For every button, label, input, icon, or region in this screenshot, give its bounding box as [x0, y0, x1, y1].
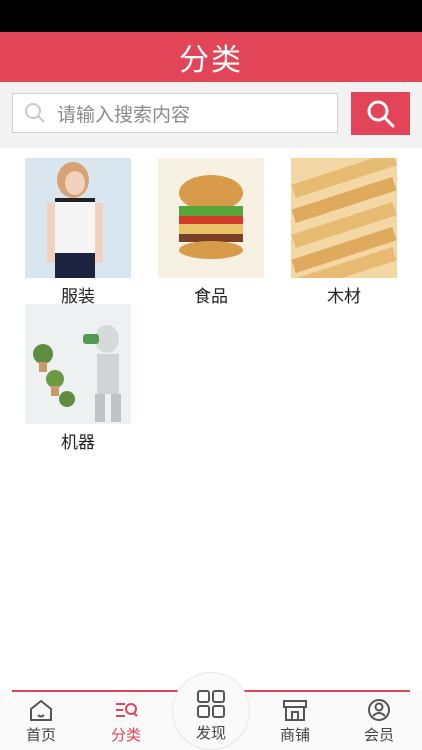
tab-label: 发现 [195, 724, 226, 742]
tab-member[interactable]: 会员 [344, 698, 414, 745]
bottom-tab-bar: 首页 分类 发现 商铺 会员 [0, 672, 422, 750]
search-area: 请输入搜索内容 [0, 82, 422, 148]
category-label: 食品 [194, 287, 228, 307]
search-placeholder: 请输入搜索内容 [57, 103, 191, 126]
category-label: 木材 [327, 287, 361, 307]
tab-store[interactable]: 商铺 [260, 698, 330, 745]
tab-discover[interactable]: 发现 [176, 688, 246, 743]
search-input[interactable]: 请输入搜索内容 [12, 93, 338, 133]
user-icon [368, 699, 390, 721]
search-icon [367, 100, 394, 127]
search-button[interactable] [351, 92, 410, 135]
tab-label: 会员 [363, 726, 394, 744]
status-bar [0, 0, 422, 32]
clothing-image [25, 158, 131, 278]
home-icon [30, 699, 52, 721]
page-header: 分类 [0, 32, 422, 82]
page-title: 分类 [179, 43, 243, 78]
store-icon [283, 700, 307, 721]
machine-image [25, 304, 131, 424]
category-icon [116, 703, 138, 717]
tab-label: 首页 [25, 726, 56, 744]
tab-label: 商铺 [279, 726, 310, 744]
category-item-machine[interactable]: 机器 [23, 304, 133, 453]
grid-icon [197, 690, 225, 718]
tab-home[interactable]: 首页 [6, 698, 76, 745]
tab-category[interactable]: 分类 [91, 698, 161, 745]
category-item-food[interactable]: 食品 [156, 158, 266, 307]
tab-label: 分类 [110, 726, 141, 744]
wood-image [291, 158, 397, 278]
category-label: 机器 [61, 433, 95, 453]
food-image [158, 158, 264, 278]
category-item-clothing[interactable]: 服装 [23, 158, 133, 307]
category-item-wood[interactable]: 木材 [289, 158, 399, 307]
search-icon [25, 103, 45, 123]
